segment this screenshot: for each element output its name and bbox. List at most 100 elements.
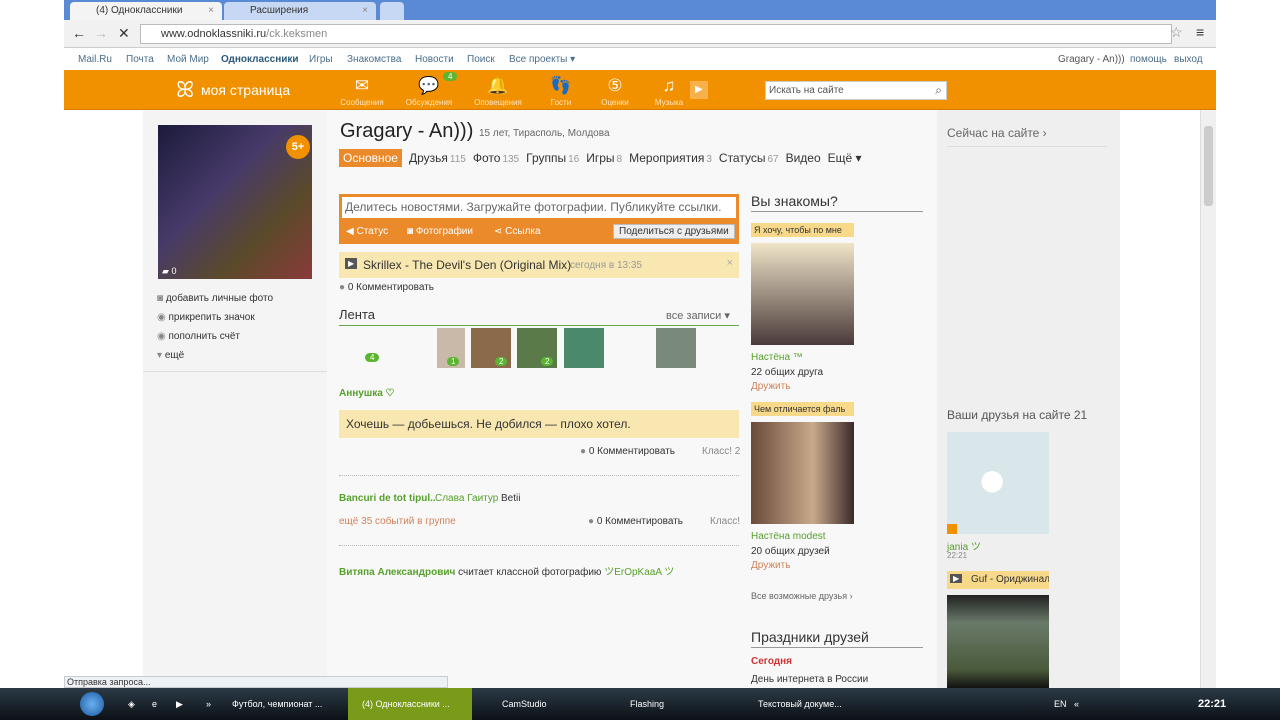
- top-up-link[interactable]: ◉ пополнить счёт: [157, 327, 273, 346]
- link-all-projects[interactable]: Все проекты ▾: [509, 54, 575, 65]
- group-name[interactable]: Bancuri de tot tipul..: [339, 493, 436, 504]
- person-photo[interactable]: [751, 243, 854, 345]
- link-dating[interactable]: Знакомства: [347, 54, 401, 65]
- add-friend-link[interactable]: Дружить: [751, 381, 790, 392]
- more-events-link[interactable]: ещё 35 событий в группе: [339, 516, 456, 527]
- site-search-input[interactable]: Искать на сайте ⌕: [765, 81, 947, 100]
- profile-tab[interactable]: Фото 135: [473, 149, 519, 167]
- link-ok[interactable]: Одноклассники: [221, 54, 299, 65]
- mutual-friends[interactable]: 22 общих друга: [751, 367, 823, 378]
- add-photo-link[interactable]: ◙ добавить личные фото: [157, 289, 273, 308]
- feed-thumb[interactable]: 2: [471, 328, 511, 368]
- feed-thumb[interactable]: 1: [437, 328, 465, 368]
- post-author[interactable]: Витяпа Александрович: [339, 567, 455, 578]
- scrollbar-thumb[interactable]: [1204, 126, 1213, 206]
- profile-tab[interactable]: Мероприятия 3: [629, 149, 712, 167]
- mutual-friends[interactable]: 20 общих друзей: [751, 546, 830, 557]
- status-button[interactable]: ◀ Статус: [346, 226, 388, 237]
- profile-tab[interactable]: Ещё ▾: [828, 149, 862, 167]
- link-games[interactable]: Игры: [309, 54, 333, 65]
- rating-badge[interactable]: 5+: [286, 135, 310, 159]
- chevron-icon[interactable]: »: [206, 699, 211, 709]
- post-author[interactable]: Аннушка ♡: [339, 388, 395, 399]
- language-indicator[interactable]: EN: [1054, 699, 1067, 709]
- holiday-item[interactable]: День интернета в России: [751, 674, 868, 685]
- stop-icon[interactable]: ✕: [118, 25, 130, 42]
- star-icon[interactable]: ☆: [1170, 24, 1183, 41]
- nav-notifications[interactable]: 🔔 Оповещения: [468, 76, 528, 107]
- nav-guests[interactable]: 👣 Гости: [531, 76, 591, 107]
- profile-tab[interactable]: Видео: [786, 149, 821, 167]
- link-search[interactable]: Поиск: [467, 54, 495, 65]
- person-name[interactable]: Настёна modest: [751, 531, 826, 542]
- share-submit-button[interactable]: Поделиться с друзьями: [613, 224, 735, 239]
- klass-button[interactable]: Класс! 2: [702, 446, 740, 457]
- friend-music-cover[interactable]: [947, 595, 1049, 688]
- comment-link[interactable]: ● 0 Комментировать: [588, 516, 683, 527]
- back-icon[interactable]: ←: [72, 25, 86, 41]
- forward-icon[interactable]: →: [94, 25, 108, 41]
- nav-ratings[interactable]: ⑤ Оценки: [585, 76, 645, 107]
- taskbar-item-active[interactable]: (4) Одноклассники ...: [348, 688, 472, 720]
- new-tab-button[interactable]: [380, 2, 404, 20]
- taskbar-item[interactable]: Flashing: [630, 699, 664, 709]
- nav-discussions[interactable]: 💬 Обсуждения 4: [399, 72, 459, 107]
- friend-music[interactable]: ▶ Guf - Ориджинал G: [947, 571, 1049, 589]
- tab-odnoklassniki[interactable]: (4) Одноклассники ×: [70, 2, 222, 20]
- taskbar-item[interactable]: CamStudio: [502, 699, 547, 709]
- profile-photo[interactable]: 5+ ▰ 0: [158, 125, 312, 279]
- media-icon[interactable]: ▶: [176, 699, 183, 710]
- person-name[interactable]: Настёна ™: [751, 352, 803, 363]
- menu-icon[interactable]: ≡: [1196, 24, 1204, 40]
- profile-tab[interactable]: Основное: [339, 149, 402, 167]
- profile-tab[interactable]: Друзья 115: [409, 149, 466, 167]
- play-icon[interactable]: ▶: [690, 81, 708, 99]
- taskbar-item[interactable]: Футбол, чемпионат ...: [232, 699, 322, 709]
- ie-icon[interactable]: e: [152, 699, 157, 709]
- taskbar-item[interactable]: Текстовый докуме...: [758, 699, 842, 709]
- photo-owner[interactable]: ツErOpKaaA ツ: [604, 567, 674, 578]
- profile-tab[interactable]: Группы 16: [526, 149, 579, 167]
- friend-avatar[interactable]: ●: [947, 432, 1049, 534]
- link-logout[interactable]: выход: [1174, 54, 1203, 65]
- close-icon[interactable]: ×: [362, 5, 368, 16]
- profile-tab[interactable]: Игры 8: [586, 149, 622, 167]
- link-moimir[interactable]: Мой Мир: [167, 54, 209, 65]
- close-icon[interactable]: ×: [727, 257, 733, 269]
- comment-link[interactable]: ● 0 Комментировать: [339, 282, 434, 293]
- link-help[interactable]: помощь: [1130, 54, 1167, 65]
- klass-button[interactable]: Класс!: [710, 516, 740, 527]
- attach-badge-link[interactable]: ◉ прикрепить значок: [157, 308, 273, 327]
- all-possible-friends-link[interactable]: Все возможные друзья ›: [751, 591, 853, 601]
- current-user[interactable]: Gragary - An))): [1058, 54, 1125, 65]
- feed-thumb[interactable]: 2: [517, 328, 557, 368]
- link-news[interactable]: Новости: [415, 54, 454, 65]
- search-icon[interactable]: ⌕: [935, 83, 942, 98]
- quicklaunch-icon[interactable]: ◈: [128, 699, 135, 710]
- more-link[interactable]: ▾ ещё: [157, 346, 273, 365]
- profile-tab[interactable]: Статусы 67: [719, 149, 779, 167]
- all-posts-dropdown[interactable]: все записи ▾: [666, 309, 730, 322]
- play-icon[interactable]: ▶: [950, 574, 963, 583]
- feed-thumb[interactable]: [564, 328, 604, 368]
- close-icon[interactable]: ×: [208, 5, 214, 16]
- share-input[interactable]: Делитесь новостями. Загружайте фотографи…: [342, 197, 736, 218]
- link-mail[interactable]: Почта: [126, 54, 154, 65]
- comment-link[interactable]: ● 0 Комментировать: [580, 446, 675, 457]
- start-button[interactable]: [80, 692, 104, 716]
- track-title[interactable]: Skrillex - The Devil's Den (Original Mix…: [363, 258, 571, 272]
- tab-extensions[interactable]: Расширения ×: [224, 2, 376, 20]
- my-page-link[interactable]: моя страница: [201, 82, 290, 98]
- photos-button[interactable]: ◙ Фотографии: [407, 226, 473, 237]
- add-friend-link[interactable]: Дружить: [751, 560, 790, 571]
- feed-thumb[interactable]: [656, 328, 696, 368]
- scrollbar[interactable]: [1200, 110, 1216, 688]
- play-icon[interactable]: ▶: [345, 258, 358, 269]
- post-author[interactable]: Слава Гаитур: [435, 493, 498, 504]
- online-now-link[interactable]: Сейчас на сайте ›: [947, 126, 1047, 140]
- url-input[interactable]: www.odnoklassniki.ru/ck.keksmen: [140, 24, 1172, 44]
- nav-messages[interactable]: ✉ Сообщения: [332, 76, 392, 107]
- person-photo[interactable]: [751, 422, 854, 524]
- link-button[interactable]: ⋖ Ссылка: [494, 226, 541, 237]
- tray-expand-icon[interactable]: «: [1074, 699, 1079, 709]
